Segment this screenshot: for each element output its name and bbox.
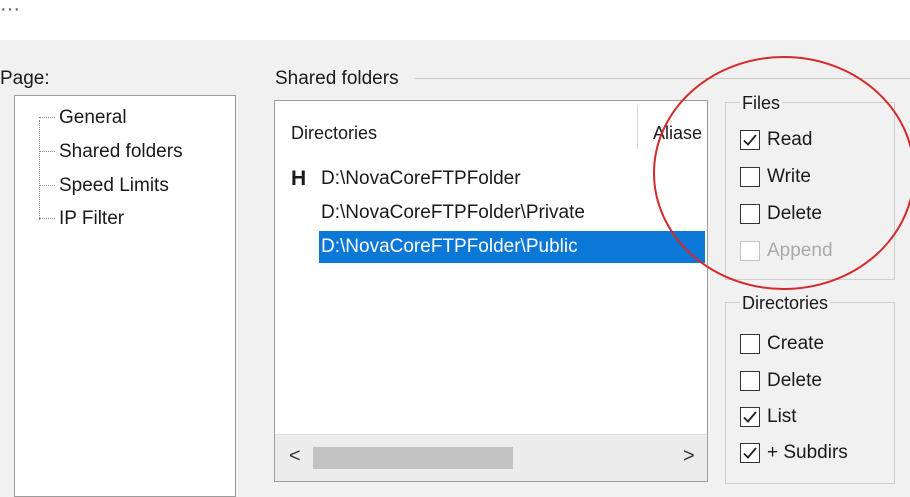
checkbox-label: + Subdirs <box>767 442 848 463</box>
tree-item-ip-filter[interactable]: IP Filter <box>39 208 124 230</box>
checkmark-icon <box>743 447 757 459</box>
scroll-left-arrow-icon[interactable]: < <box>289 445 301 468</box>
column-header-aliases[interactable]: Aliase <box>653 101 702 151</box>
horizontal-scrollbar[interactable]: < > <box>275 434 707 481</box>
directory-path: D:\NovaCoreFTPFolder\Private <box>321 202 585 223</box>
directory-path: D:\NovaCoreFTPFolder\Public <box>321 236 578 257</box>
shared-folders-title: Shared folders <box>275 68 399 89</box>
shared-folders-group-line <box>415 78 910 79</box>
files-group-title: Files <box>740 93 783 114</box>
tree-item-shared-folders[interactable]: Shared folders <box>39 141 183 163</box>
home-directory-marker: H <box>291 167 307 190</box>
checkbox-box[interactable] <box>740 334 760 354</box>
checkbox-box[interactable] <box>740 371 760 391</box>
directory-path: D:\NovaCoreFTPFolder <box>321 168 521 189</box>
window-title-strip: ··· <box>0 0 910 40</box>
checkmark-icon <box>743 134 757 146</box>
checkmark-icon <box>743 411 757 423</box>
checkbox-label: Delete <box>767 370 822 391</box>
directory-row[interactable]: H D:\NovaCoreFTPFolder <box>275 163 685 195</box>
checkbox-label: Append <box>767 240 833 261</box>
checkbox-box[interactable] <box>740 407 760 427</box>
scrollbar-thumb[interactable] <box>313 447 513 469</box>
checkbox-label: Delete <box>767 203 822 224</box>
checkbox-box[interactable] <box>740 130 760 150</box>
tree-connector <box>39 120 41 220</box>
checkbox-label: Write <box>767 166 811 187</box>
directory-row[interactable]: D:\NovaCoreFTPFolder\Private <box>275 197 685 229</box>
checkbox-label: List <box>767 406 797 427</box>
column-separator[interactable] <box>637 105 638 149</box>
checkbox-label: Create <box>767 333 825 354</box>
tree-item-speed-limits[interactable]: Speed Limits <box>39 175 169 197</box>
column-header-directories[interactable]: Directories <box>291 101 377 151</box>
directory-row-selected[interactable]: D:\NovaCoreFTPFolder\Public <box>319 231 705 263</box>
page-tree[interactable]: General Shared folders Speed Limits IP F… <box>14 95 236 497</box>
checkbox-box[interactable] <box>740 443 760 463</box>
window-title-fragment: ··· <box>0 0 20 20</box>
checkbox-box[interactable] <box>740 204 760 224</box>
checkbox-label: Read <box>767 129 813 150</box>
page-label: Page: <box>0 68 50 89</box>
directories-group-title: Directories <box>740 293 831 314</box>
checkbox-box[interactable] <box>740 241 760 261</box>
tree-item-general[interactable]: General <box>39 107 127 129</box>
checkbox-box[interactable] <box>740 167 760 187</box>
directories-list[interactable]: Directories Aliase H D:\NovaCoreFTPFolde… <box>274 100 708 482</box>
scroll-right-arrow-icon[interactable]: > <box>683 445 695 468</box>
